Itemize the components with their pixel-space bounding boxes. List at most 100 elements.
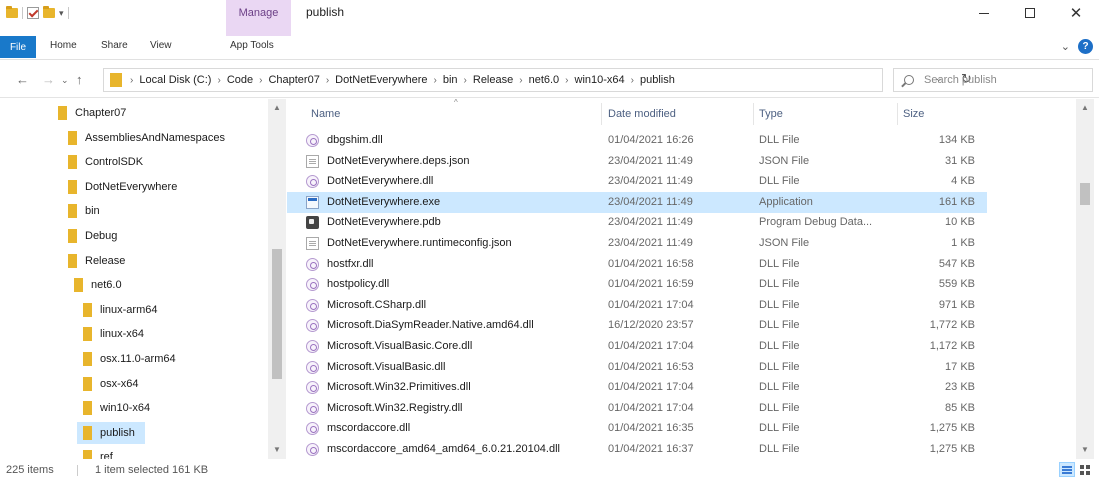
chevron-right-icon[interactable]: › (326, 75, 329, 86)
column-divider[interactable] (753, 103, 754, 125)
breadcrumb-item[interactable]: Code (227, 74, 253, 86)
nav-tree-item[interactable]: bin (68, 200, 100, 222)
folder-icon (83, 352, 92, 366)
properties-icon[interactable] (27, 7, 39, 19)
file-row[interactable]: Microsoft.DiaSymReader.Native.amd64.dll 1… (287, 315, 987, 336)
scroll-up-icon[interactable]: ▲ (1081, 103, 1089, 112)
file-row[interactable]: Microsoft.Win32.Primitives.dll 01/04/2021… (287, 377, 987, 398)
file-row[interactable]: DotNetEverywhere.deps.json 23/04/2021 11:… (287, 151, 987, 172)
nav-tree-item[interactable]: linux-x64 (83, 323, 144, 345)
scroll-up-icon[interactable]: ▲ (273, 103, 281, 112)
maximize-button[interactable] (1007, 0, 1053, 26)
chevron-right-icon[interactable]: › (631, 75, 634, 86)
manage-context-tab[interactable]: Manage (226, 0, 291, 26)
column-type[interactable]: Type (759, 108, 783, 120)
chevron-right-icon[interactable]: › (130, 75, 133, 86)
file-row[interactable]: DotNetEverywhere.runtimeconfig.json 23/04… (287, 233, 987, 254)
file-size: 1 KB (951, 237, 975, 249)
chevron-right-icon[interactable]: › (259, 75, 262, 86)
file-row[interactable]: mscordaccore_amd64_amd64_6.0.21.20104.dl… (287, 439, 987, 460)
breadcrumb-item[interactable]: DotNetEverywhere (335, 74, 427, 86)
search-input[interactable] (924, 74, 1084, 86)
file-row[interactable]: DotNetEverywhere.dll 23/04/2021 11:49 DLL … (287, 171, 987, 192)
nav-tree-item[interactable]: ControlSDK (68, 151, 143, 173)
back-arrow-icon[interactable]: ← (16, 72, 29, 87)
scroll-down-icon[interactable]: ▼ (273, 445, 281, 454)
file-list-scroll-thumb[interactable] (1080, 183, 1090, 205)
file-row[interactable]: Microsoft.CSharp.dll 01/04/2021 17:04 DLL … (287, 295, 987, 316)
column-name[interactable]: Name (311, 108, 340, 120)
close-button[interactable]: ✕ (1053, 0, 1099, 26)
breadcrumb-item[interactable]: Local Disk (C:) (139, 74, 211, 86)
file-list-scrollbar[interactable]: ▲ ▼ (1076, 99, 1094, 459)
chevron-right-icon[interactable]: › (464, 75, 467, 86)
tab-view[interactable]: View (150, 40, 172, 51)
file-row[interactable]: mscordaccore.dll 01/04/2021 16:35 DLL File… (287, 418, 987, 439)
nav-tree-item[interactable]: Chapter07 (58, 102, 126, 124)
nav-tree-label: win10-x64 (100, 402, 151, 415)
up-arrow-icon[interactable]: ↑ (76, 72, 83, 87)
details-view-button[interactable] (1059, 462, 1075, 477)
nav-tree-item[interactable]: AssembliesAndNamespaces (68, 127, 225, 149)
file-name: Microsoft.VisualBasic.Core.dll (327, 340, 473, 352)
help-icon[interactable]: ? (1078, 39, 1093, 54)
dll-file-icon (306, 175, 319, 189)
column-divider[interactable] (601, 103, 602, 125)
file-row[interactable]: Microsoft.Win32.Registry.dll 01/04/2021 1… (287, 398, 987, 419)
file-row[interactable]: Microsoft.VisualBasic.Core.dll 01/04/2021… (287, 336, 987, 357)
search-box[interactable] (893, 68, 1093, 92)
file-row[interactable]: Microsoft.VisualBasic.dll 01/04/2021 16:5… (287, 357, 987, 378)
breadcrumb-item[interactable]: bin (443, 74, 458, 86)
nav-tree-item[interactable]: osx-x64 (83, 373, 139, 395)
breadcrumb-item[interactable]: Chapter07 (268, 74, 319, 86)
nav-tree-item[interactable]: osx.11.0-arm64 (83, 348, 176, 370)
new-folder-icon[interactable] (43, 6, 55, 18)
file-date-modified: 01/04/2021 16:37 (608, 443, 694, 455)
expand-ribbon-icon[interactable]: ⌄ (1061, 40, 1070, 53)
nav-tree-item[interactable]: publish (77, 421, 145, 444)
tab-home[interactable]: Home (50, 40, 77, 51)
recent-locations-icon[interactable]: ⌄ (61, 75, 69, 86)
large-icons-view-button[interactable] (1077, 462, 1093, 477)
breadcrumb-item[interactable]: win10-x64 (575, 74, 625, 86)
file-row[interactable]: dbgshim.dll 01/04/2021 16:26 DLL File 134 K… (287, 130, 987, 151)
tab-share[interactable]: Share (101, 40, 128, 51)
nav-scrollbar[interactable]: ▲ ▼ (268, 99, 286, 459)
file-type: JSON File (759, 237, 810, 249)
column-size[interactable]: Size (903, 108, 924, 120)
file-row[interactable]: DotNetEverywhere.pdb 23/04/2021 11:49 Prog… (287, 212, 987, 233)
chevron-right-icon[interactable]: › (565, 75, 568, 86)
nav-tree-item[interactable]: net6.0 (74, 274, 122, 296)
file-row[interactable]: hostfxr.dll 01/04/2021 16:58 DLL File 547 K… (287, 254, 987, 275)
address-bar[interactable]: › Local Disk (C:) › Code › Chapter07 › DotNetE… (103, 68, 972, 92)
tab-file[interactable]: File (0, 36, 36, 58)
tab-app-tools[interactable]: App Tools (230, 40, 274, 51)
file-name: mscordaccore_amd64_amd64_6.0.21.20104.dl… (327, 443, 560, 455)
column-divider[interactable] (897, 103, 898, 125)
scroll-down-icon[interactable]: ▼ (1081, 445, 1089, 454)
breadcrumb-item[interactable]: Release (473, 74, 513, 86)
chevron-right-icon[interactable]: › (217, 75, 220, 86)
nav-tree-item[interactable]: win10-x64 (83, 397, 150, 419)
nav-tree-label: linux-x64 (100, 328, 145, 341)
nav-tree-item[interactable]: linux-arm64 (83, 299, 157, 321)
nav-tree-item[interactable]: Debug (68, 225, 117, 247)
nav-tree-item[interactable]: Release (68, 250, 125, 272)
nav-scroll-thumb[interactable] (272, 249, 282, 379)
column-date-modified[interactable]: Date modified (608, 108, 676, 120)
nav-tree-item[interactable]: DotNetEverywhere (68, 176, 177, 198)
dll-file-icon (306, 422, 319, 436)
breadcrumb-item[interactable]: net6.0 (529, 74, 560, 86)
file-row[interactable]: hostpolicy.dll 01/04/2021 16:59 DLL File 55… (287, 274, 987, 295)
chevron-right-icon[interactable]: › (434, 75, 437, 86)
chevron-right-icon[interactable]: › (519, 75, 522, 86)
large-icons-view-icon (1080, 464, 1090, 475)
folder-icon[interactable] (6, 6, 18, 18)
minimize-button[interactable] (961, 0, 1007, 26)
forward-arrow-icon[interactable]: → (42, 72, 55, 87)
dll-file-icon (306, 278, 319, 292)
file-row[interactable]: DotNetEverywhere.exe 23/04/2021 11:49 Appl… (287, 191, 987, 213)
customize-toolbar-icon[interactable]: ▾ (59, 8, 64, 19)
file-name: DotNetEverywhere.exe (327, 195, 441, 208)
breadcrumb-item[interactable]: publish (640, 74, 675, 86)
